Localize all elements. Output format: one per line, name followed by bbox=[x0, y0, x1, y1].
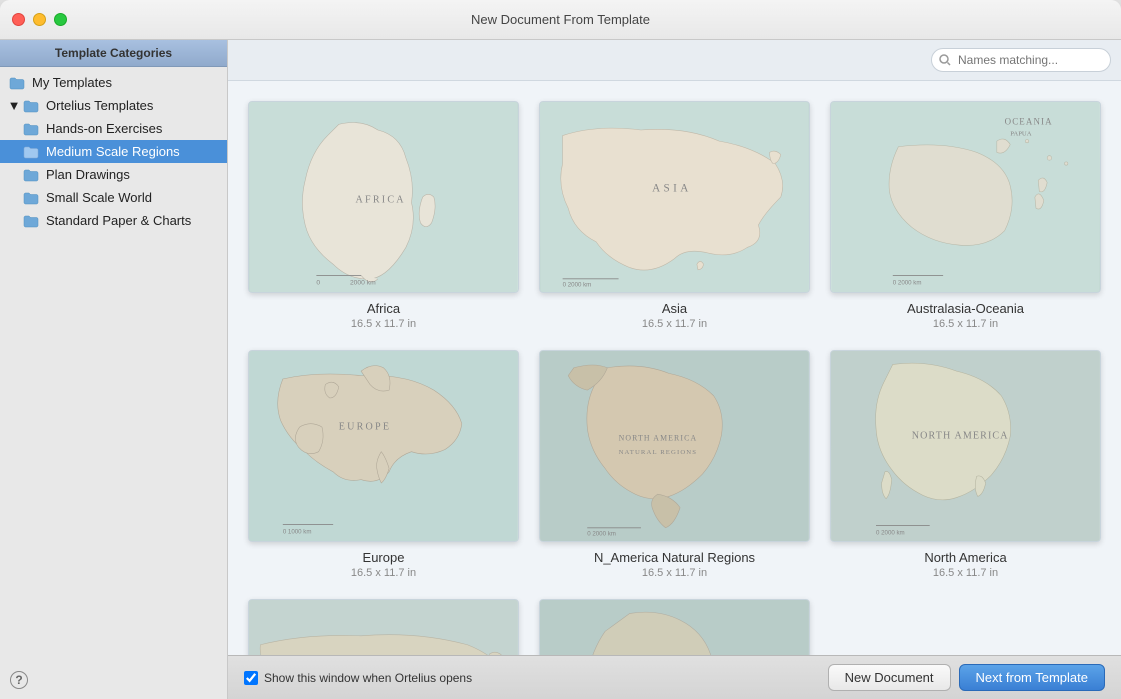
content-area: AFRICA 0 2000 km Africa 16.5 x 11.7 in bbox=[228, 40, 1121, 699]
template-card-europe[interactable]: EUROPE 0 1000 km Europe 16.5 x 11.7 in bbox=[248, 350, 519, 579]
template-preview-europe: EUROPE 0 1000 km bbox=[248, 350, 519, 542]
svg-text:AFRICA: AFRICA bbox=[356, 195, 406, 206]
svg-text:ASIA: ASIA bbox=[652, 183, 692, 195]
search-input[interactable] bbox=[931, 48, 1111, 72]
window-title: New Document From Template bbox=[471, 12, 650, 27]
template-card-africa[interactable]: AFRICA 0 2000 km Africa 16.5 x 11.7 in bbox=[248, 101, 519, 330]
template-name-n-america-natural: N_America Natural Regions bbox=[594, 550, 755, 565]
template-preview-north-america: NORTH AMERICA 0 2000 km bbox=[830, 350, 1101, 542]
show-window-checkbox[interactable] bbox=[244, 671, 258, 685]
sidebar-item-small-scale-world-label: Small Scale World bbox=[46, 190, 152, 205]
folder-icon bbox=[22, 191, 40, 205]
template-size-australasia-oceania: 16.5 x 11.7 in bbox=[933, 318, 998, 330]
template-preview-africa: AFRICA 0 2000 km bbox=[248, 101, 519, 293]
svg-text:NATURAL REGIONS: NATURAL REGIONS bbox=[619, 449, 698, 456]
folder-icon bbox=[8, 76, 26, 90]
svg-text:OCEANIA: OCEANIA bbox=[1005, 116, 1053, 126]
template-preview-south-america: 0 2000 km bbox=[539, 599, 810, 655]
sidebar: Template Categories My Templates ▼ bbox=[0, 40, 228, 699]
svg-text:0 2000 km: 0 2000 km bbox=[876, 530, 905, 537]
sidebar-item-standard-paper-charts-label: Standard Paper & Charts bbox=[46, 213, 191, 228]
template-preview-asia: ASIA 0 2000 km bbox=[539, 101, 810, 293]
template-preview-oceania: OCEANIA PAPUA 0 2000 km bbox=[830, 101, 1101, 293]
next-from-template-button[interactable]: Next from Template bbox=[959, 664, 1105, 691]
svg-text:PAPUA: PAPUA bbox=[1010, 131, 1032, 138]
title-bar: New Document From Template bbox=[0, 0, 1121, 40]
svg-text:0 1000 km: 0 1000 km bbox=[283, 529, 312, 536]
bottom-bar: Show this window when Ortelius opens New… bbox=[228, 655, 1121, 699]
sidebar-item-my-templates-label: My Templates bbox=[32, 75, 112, 90]
template-name-africa: Africa bbox=[367, 301, 400, 316]
template-preview-n-america-natural: NORTH AMERICA NATURAL REGIONS 0 2000 km bbox=[539, 350, 810, 542]
search-bar bbox=[228, 40, 1121, 81]
svg-text:NORTH AMERICA: NORTH AMERICA bbox=[619, 434, 698, 443]
close-button[interactable] bbox=[12, 13, 25, 26]
sidebar-item-plan-drawings-label: Plan Drawings bbox=[46, 167, 130, 182]
sidebar-item-plan-drawings[interactable]: Plan Drawings bbox=[0, 163, 227, 186]
help-button[interactable]: ? bbox=[8, 669, 30, 691]
svg-text:0: 0 bbox=[316, 279, 320, 286]
svg-text:0 2000 km: 0 2000 km bbox=[587, 531, 616, 538]
template-size-north-america: 16.5 x 11.7 in bbox=[933, 567, 998, 579]
template-card-australasia-oceania[interactable]: OCEANIA PAPUA 0 2000 km Australasia-Ocea… bbox=[830, 101, 1101, 330]
sidebar-item-standard-paper-charts[interactable]: Standard Paper & Charts bbox=[0, 209, 227, 232]
sidebar-items: My Templates ▼ Ortelius Templates bbox=[0, 67, 227, 661]
template-size-n-america-natural: 16.5 x 11.7 in bbox=[642, 567, 707, 579]
template-card-north-america[interactable]: NORTH AMERICA 0 2000 km North America 16… bbox=[830, 350, 1101, 579]
template-card-russia-eurasia[interactable]: RUSSIA – EURASIA 0 2500 km Russia - Eura… bbox=[248, 599, 519, 655]
svg-text:0 2000 km: 0 2000 km bbox=[893, 279, 922, 286]
maximize-button[interactable] bbox=[54, 13, 67, 26]
template-size-asia: 16.5 x 11.7 in bbox=[642, 318, 707, 330]
search-input-wrap bbox=[931, 48, 1111, 72]
template-size-europe: 16.5 x 11.7 in bbox=[351, 567, 416, 579]
disclosure-triangle-icon: ▼ bbox=[8, 100, 20, 112]
template-card-asia[interactable]: ASIA 0 2000 km Asia 16.5 x 11.7 in bbox=[539, 101, 810, 330]
show-window-checkbox-wrap: Show this window when Ortelius opens bbox=[244, 671, 472, 685]
svg-text:2000 km: 2000 km bbox=[350, 279, 376, 286]
sidebar-item-ortelius-templates[interactable]: ▼ Ortelius Templates bbox=[0, 94, 227, 117]
folder-icon-selected bbox=[22, 145, 40, 159]
sidebar-item-medium-scale-label: Medium Scale Regions bbox=[46, 144, 180, 159]
search-icon bbox=[939, 54, 951, 66]
template-size-africa: 16.5 x 11.7 in bbox=[351, 318, 416, 330]
bottom-buttons: New Document Next from Template bbox=[828, 664, 1105, 691]
template-preview-russia-eurasia: RUSSIA – EURASIA 0 2500 km bbox=[248, 599, 519, 655]
template-name-north-america: North America bbox=[924, 550, 1006, 565]
svg-text:EUROPE: EUROPE bbox=[339, 422, 392, 433]
template-name-europe: Europe bbox=[363, 550, 405, 565]
svg-text:NORTH AMERICA: NORTH AMERICA bbox=[912, 430, 1009, 441]
folder-icon bbox=[22, 168, 40, 182]
folder-icon bbox=[22, 214, 40, 228]
sidebar-item-hands-on-label: Hands-on Exercises bbox=[46, 121, 162, 136]
sidebar-item-medium-scale-regions[interactable]: Medium Scale Regions bbox=[0, 140, 227, 163]
template-card-south-america[interactable]: 0 2000 km South America 16.5 x 11.7 in bbox=[539, 599, 810, 655]
show-window-label: Show this window when Ortelius opens bbox=[264, 671, 472, 685]
help-icon: ? bbox=[10, 671, 28, 689]
sidebar-item-small-scale-world[interactable]: Small Scale World bbox=[0, 186, 227, 209]
traffic-lights bbox=[12, 13, 67, 26]
sidebar-item-hands-on-exercises[interactable]: Hands-on Exercises bbox=[0, 117, 227, 140]
new-document-button[interactable]: New Document bbox=[828, 664, 951, 691]
sidebar-header: Template Categories bbox=[0, 40, 227, 67]
template-card-n-america-natural[interactable]: NORTH AMERICA NATURAL REGIONS 0 2000 km … bbox=[539, 350, 810, 579]
svg-text:0 2000 km: 0 2000 km bbox=[563, 282, 592, 289]
template-name-asia: Asia bbox=[662, 301, 687, 316]
sidebar-item-my-templates[interactable]: My Templates bbox=[0, 71, 227, 94]
folder-open-icon bbox=[22, 99, 40, 113]
template-grid: AFRICA 0 2000 km Africa 16.5 x 11.7 in bbox=[228, 81, 1121, 655]
template-name-australasia-oceania: Australasia-Oceania bbox=[907, 301, 1024, 316]
folder-icon bbox=[22, 122, 40, 136]
minimize-button[interactable] bbox=[33, 13, 46, 26]
main-content: Template Categories My Templates ▼ bbox=[0, 40, 1121, 699]
sidebar-item-ortelius-templates-label: Ortelius Templates bbox=[46, 98, 153, 113]
